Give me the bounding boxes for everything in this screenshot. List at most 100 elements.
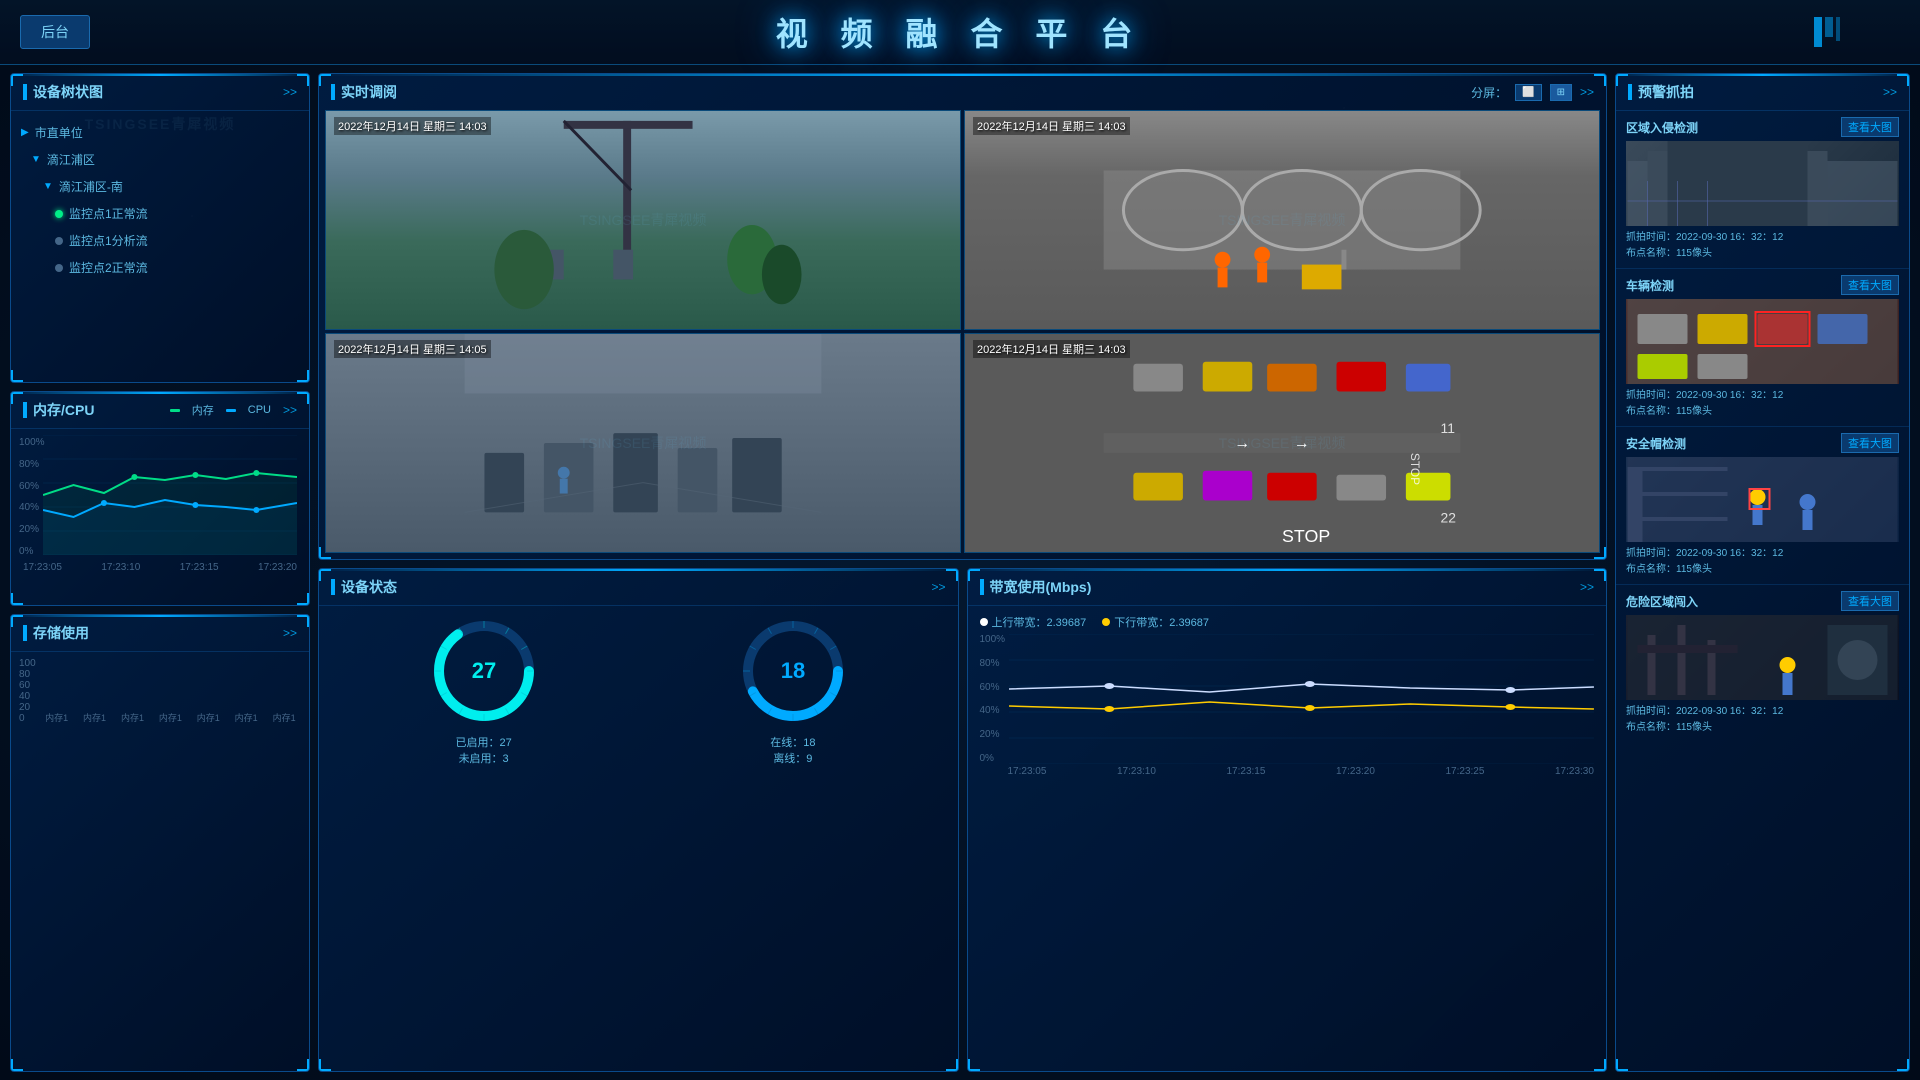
alert-intrusion-meta: 抓拍时间：2022-09-30 16：32：12 布点名称：115像头 [1626, 230, 1899, 262]
tree-item[interactable]: 监控点1正常流 [11, 200, 309, 227]
view-helmet-btn[interactable]: 查看大图 [1841, 433, 1899, 453]
alert-danger-header: 危险区域闯入 查看大图 [1626, 591, 1899, 611]
tree-item[interactable]: ▼ 滴江浦区 [11, 146, 309, 173]
split-controls: 分屏： ⬜ ⊞ >> [1471, 84, 1594, 101]
helmet-svg [1626, 457, 1899, 542]
intrusion-scene [1626, 141, 1899, 226]
alert-intrusion-header: 区域入侵检测 查看大图 [1626, 117, 1899, 137]
bandwidth-chart-area: 上行带宽：2.39687 下行带宽：2.39687 100% 80% 60% 4… [968, 606, 1607, 785]
bandwidth-panel: 带宽使用(Mbps) >> 上行带宽：2.39687 下行带宽：2.39687 [967, 568, 1608, 1072]
device-tree-panel: 设备树状图 >> TSINGSEE青犀视频 ▶ 市直单位 ▼ 滴江浦区 ▼ 滴江… [10, 73, 310, 383]
tree-item[interactable]: 监控点1分析流 [11, 227, 309, 254]
storage-header: 存储使用 >> [11, 615, 309, 652]
bottom-middle: 设备状态 >> [318, 568, 1607, 1072]
tree-item[interactable]: 监控点2正常流 [11, 254, 309, 281]
alert-header: 预警抓拍 >> [1616, 74, 1909, 111]
realtime-header: 实时调阅 分屏： ⬜ ⊞ >> [319, 74, 1606, 110]
helmet-scene [1626, 457, 1899, 542]
alert-section-helmet: 安全帽检测 查看大图 [1616, 427, 1909, 585]
intrusion-svg [1626, 141, 1899, 226]
alert-title: 预警抓拍 [1628, 82, 1694, 102]
cpu-legend: 内存 CPU >> [170, 402, 297, 418]
device-status-expand[interactable]: >> [931, 580, 945, 594]
alert-vehicle-header: 车辆检测 查看大图 [1626, 275, 1899, 295]
donut-online-svg: 18 [738, 616, 848, 726]
tree-item[interactable]: ▶ 市直单位 [11, 119, 309, 146]
alert-section-intrusion: 区域入侵检测 查看大图 [1616, 111, 1909, 269]
video-timestamp-3: 2022年12月14日 星期三 14:05 [334, 340, 491, 358]
factory-svg [326, 334, 960, 552]
device-status-panel: 设备状态 >> [318, 568, 959, 1072]
donut-online: 18 在线：18 离线：9 [738, 616, 848, 766]
realtime-expand[interactable]: >> [1580, 85, 1594, 99]
bw-y-labels: 100% 80% 60% 40% 20% 0% [980, 634, 1006, 764]
video-cell-3[interactable]: 2022年12月14日 星期三 14:05 TSINGSEE青犀视频 [325, 333, 961, 553]
alert-helmet-image [1626, 457, 1899, 542]
split-1-btn[interactable]: ⬜ [1515, 84, 1541, 101]
storage-expand[interactable]: >> [283, 626, 297, 640]
video-timestamp-4: 2022年12月14日 星期三 14:03 [973, 340, 1130, 358]
video-grid: 2022年12月14日 星期三 14:03 TSINGSEE青犀视频 [319, 110, 1606, 559]
main-layout: 设备树状图 >> TSINGSEE青犀视频 ▶ 市直单位 ▼ 滴江浦区 ▼ 滴江… [0, 65, 1920, 1080]
right-column: 预警抓拍 >> 区域入侵检测 查看大图 [1615, 73, 1910, 1072]
title-icon [23, 402, 27, 418]
back-button[interactable]: 后台 [20, 15, 90, 49]
device-tree-title: 设备树状图 [23, 82, 103, 102]
header: 后台 视 频 融 合 平 台 [0, 0, 1920, 65]
svg-text:→: → [1294, 435, 1310, 452]
view-intrusion-btn[interactable]: 查看大图 [1841, 117, 1899, 137]
realtime-title: 实时调阅 [331, 82, 397, 102]
crane-svg [326, 111, 960, 329]
alert-danger-meta: 抓拍时间：2022-09-30 16：32：12 布点名称：115像头 [1626, 704, 1899, 736]
video-cell-2[interactable]: 2022年12月14日 星期三 14:03 TSINGSEE青犀视频 [964, 110, 1600, 330]
title-icon [980, 579, 984, 595]
bar-chart-inner-wrap: 内存1 内存1 内存1 内存1 内存1 内存1 内存1 [40, 658, 301, 724]
video-cell-4[interactable]: → → STOP [964, 333, 1600, 553]
alert-helmet-meta: 抓拍时间：2022-09-30 16：32：12 布点名称：115像头 [1626, 546, 1899, 578]
alert-expand[interactable]: >> [1883, 85, 1897, 99]
tree-arrow: ▶ [21, 127, 29, 138]
donut-enabled-svg: 27 [429, 616, 539, 726]
tree-arrow: ▼ [43, 181, 53, 192]
svg-text:27: 27 [471, 658, 495, 683]
device-tree-expand[interactable]: >> [283, 85, 297, 99]
video-cell-1[interactable]: 2022年12月14日 星期三 14:03 TSINGSEE青犀视频 [325, 110, 961, 330]
svg-text:STOP: STOP [1282, 526, 1330, 546]
page-title: 视 频 融 合 平 台 [776, 9, 1144, 55]
storage-title: 存储使用 [23, 623, 89, 643]
status-dot [55, 237, 63, 245]
cpu-expand[interactable]: >> [283, 403, 297, 417]
parking-svg: → → STOP [965, 334, 1599, 552]
chart-x-labels: 17:23:05 17:23:10 17:23:15 17:23:20 [11, 560, 309, 577]
workers-svg [965, 111, 1599, 329]
view-vehicle-btn[interactable]: 查看大图 [1841, 275, 1899, 295]
alert-vehicle-image [1626, 299, 1899, 384]
vehicle-svg [1626, 299, 1899, 384]
upload-dot [980, 618, 988, 626]
svg-text:STOP: STOP [1408, 453, 1422, 485]
tree-content: ▶ 市直单位 ▼ 滴江浦区 ▼ 滴江浦区-南 监控点1正常流 监控点1分 [11, 111, 309, 289]
bw-x-labels: 17:23:05 17:23:10 17:23:15 17:23:20 17:2… [980, 766, 1595, 777]
tree-item[interactable]: ▼ 滴江浦区-南 [11, 173, 309, 200]
alert-vehicle-meta: 抓拍时间：2022-09-30 16：32：12 布点名称：115像头 [1626, 388, 1899, 420]
title-icon [1628, 84, 1632, 100]
donut-enabled-labels: 已启用：27 未启用：3 [456, 734, 512, 766]
left-column: 设备树状图 >> TSINGSEE青犀视频 ▶ 市直单位 ▼ 滴江浦区 ▼ 滴江… [10, 73, 310, 1072]
chart-y-labels: 100% 80% 60% 40% 20% 0% [19, 437, 45, 557]
storage-panel: 存储使用 >> 100 80 60 40 20 0 [10, 614, 310, 1072]
bandwidth-expand[interactable]: >> [1580, 580, 1594, 594]
bandwidth-header: 带宽使用(Mbps) >> [968, 569, 1607, 606]
title-icon [331, 579, 335, 595]
donut-online-labels: 在线：18 离线：9 [770, 734, 815, 766]
split-4-btn[interactable]: ⊞ [1550, 84, 1572, 101]
download-dot [1102, 618, 1110, 626]
danger-svg [1626, 615, 1899, 700]
status-dot [55, 264, 63, 272]
alert-section-vehicle: 车辆检测 查看大图 [1616, 269, 1909, 427]
svg-text:→: → [1234, 435, 1250, 452]
bw-chart-wrapper: 100% 80% 60% 40% 20% 0% [980, 634, 1595, 764]
device-tree-header: 设备树状图 >> [11, 74, 309, 111]
view-danger-btn[interactable]: 查看大图 [1841, 591, 1899, 611]
storage-chart: 100 80 60 40 20 0 [11, 652, 309, 728]
donut-enabled: 27 已启用：27 未启用：3 [429, 616, 539, 766]
